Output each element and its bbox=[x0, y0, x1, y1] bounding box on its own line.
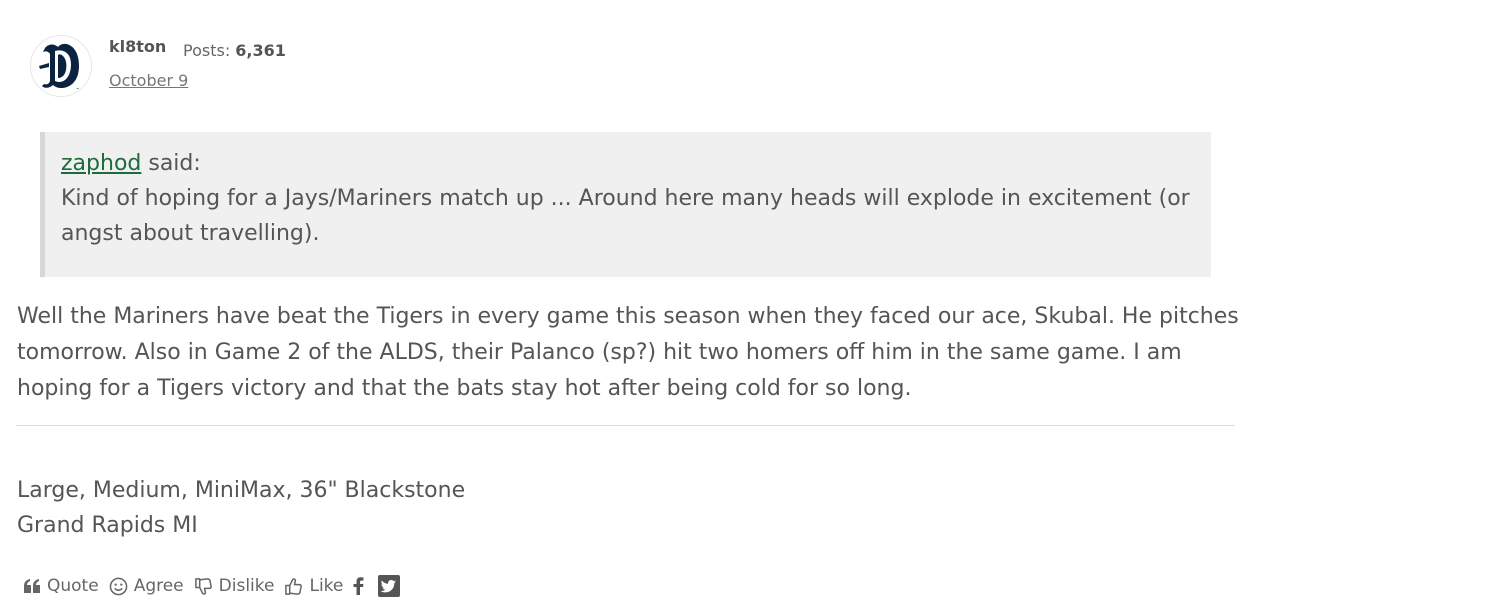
facebook-icon bbox=[353, 577, 364, 595]
quote-text: Kind of hoping for a Jays/Mariners match… bbox=[61, 186, 1190, 246]
posts-label: Posts: bbox=[183, 41, 231, 60]
twitter-icon bbox=[378, 575, 401, 597]
thumbs-down-icon bbox=[194, 577, 213, 596]
quote-button-label: Quote bbox=[47, 576, 99, 596]
like-button-label: Like bbox=[309, 576, 344, 596]
agree-button-label: Agree bbox=[133, 576, 184, 596]
quote-icon bbox=[24, 579, 41, 593]
quote-said-label: said: bbox=[141, 151, 201, 176]
twitter-share-button[interactable] bbox=[378, 575, 401, 597]
dislike-button[interactable]: Dislike bbox=[194, 576, 275, 596]
avatar[interactable]: ™ bbox=[30, 35, 92, 97]
quote-author-link[interactable]: zaphod bbox=[61, 151, 141, 176]
posts-count-value: 6,361 bbox=[235, 41, 286, 60]
smiley-icon bbox=[109, 577, 128, 596]
quote-header: zaphod said: bbox=[61, 146, 1196, 181]
signature-line-1: Large, Medium, MiniMax, 36" Blackstone bbox=[17, 478, 466, 503]
post-actions: Quote Agree Dislike Like bbox=[24, 572, 414, 600]
post-date-link[interactable]: October 9 bbox=[109, 71, 188, 90]
dislike-button-label: Dislike bbox=[218, 576, 275, 596]
old-english-d-logo-icon: ™ bbox=[39, 43, 80, 92]
svg-text:™: ™ bbox=[76, 87, 80, 92]
post-count: Posts: 6,361 bbox=[183, 41, 286, 60]
facebook-share-button[interactable] bbox=[353, 577, 364, 595]
signature: Large, Medium, MiniMax, 36" Blackstone G… bbox=[17, 473, 465, 543]
signature-divider bbox=[16, 425, 1235, 426]
post-message: Well the Mariners have beat the Tigers i… bbox=[17, 304, 1239, 401]
signature-line-2: Grand Rapids MI bbox=[17, 513, 198, 538]
quote-button[interactable]: Quote bbox=[24, 576, 99, 596]
quote-block: zaphod said: Kind of hoping for a Jays/M… bbox=[40, 132, 1211, 277]
thumbs-up-icon bbox=[284, 577, 303, 596]
like-button[interactable]: Like bbox=[284, 576, 343, 596]
author-name[interactable]: kl8ton bbox=[109, 37, 166, 56]
agree-button[interactable]: Agree bbox=[109, 576, 184, 596]
